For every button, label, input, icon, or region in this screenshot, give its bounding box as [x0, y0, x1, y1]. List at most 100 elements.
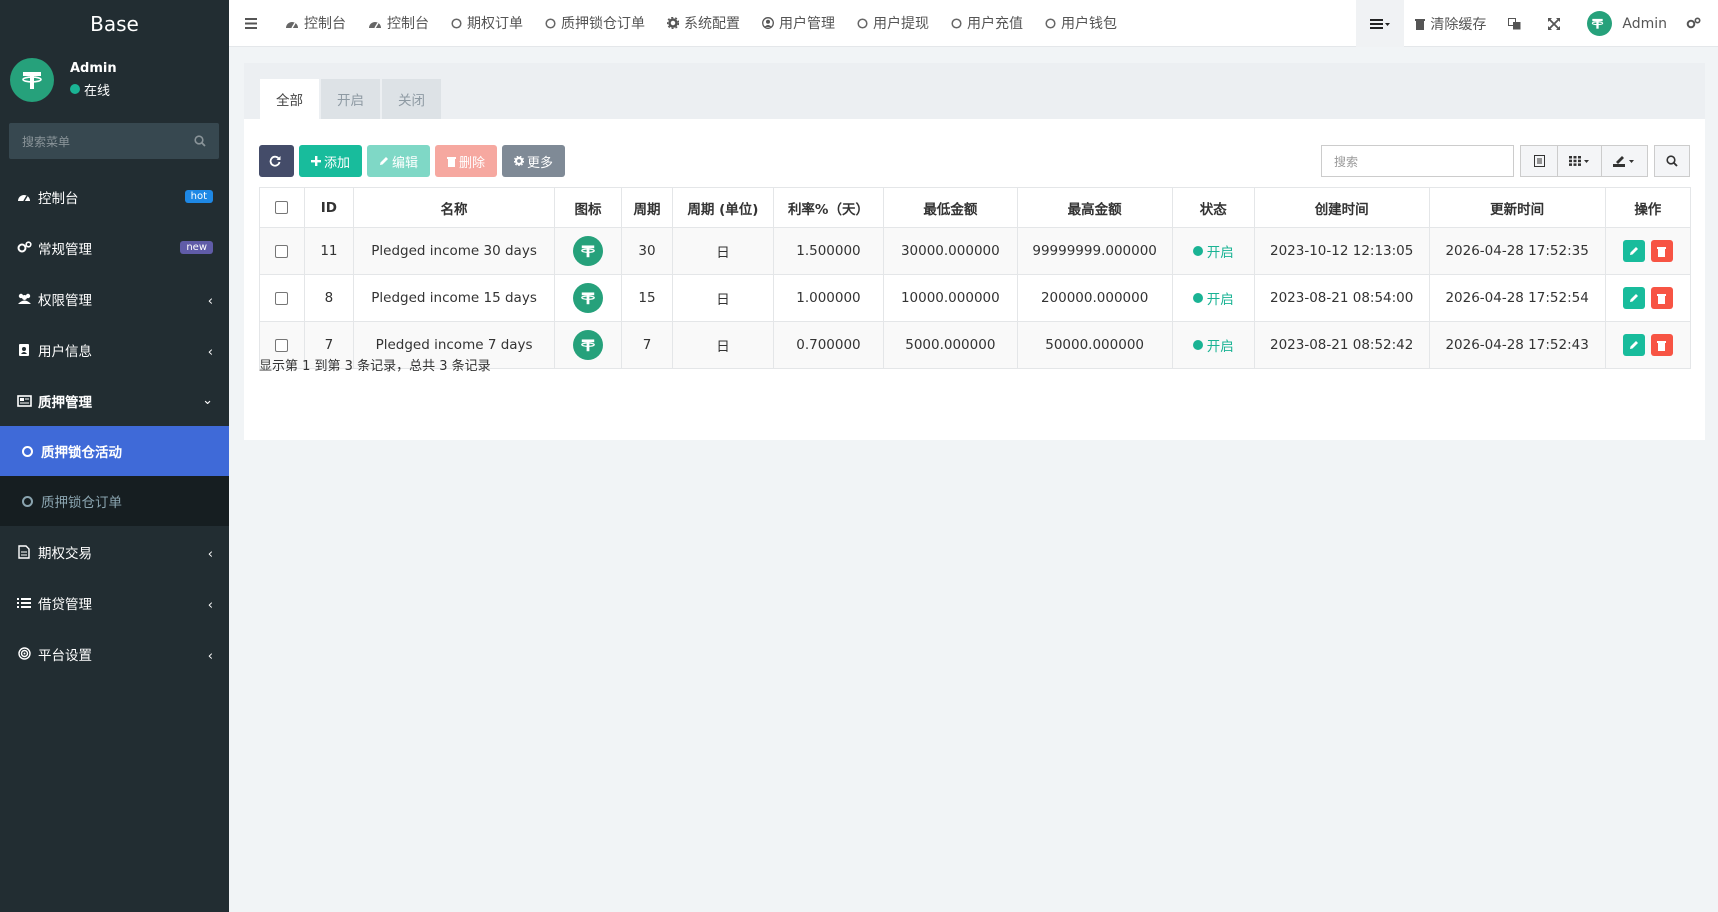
add-button[interactable]: 添加 — [299, 145, 363, 177]
clear-cache-label: 清除缓存 — [1430, 16, 1487, 33]
select-all-checkbox[interactable] — [275, 201, 289, 214]
row-delete-button[interactable] — [1650, 334, 1673, 356]
table-row[interactable]: 11 Pledged income 30 days 30 日 1.500000 … — [259, 227, 1692, 275]
table-tools: 搜索 — [1321, 145, 1690, 177]
status-badge[interactable]: 开启 — [1192, 288, 1234, 308]
topnav-tab-deposits[interactable]: 用户充值 — [940, 0, 1034, 47]
sidebar-item-permissions[interactable]: 权限管理 ‹ — [0, 273, 229, 324]
table-row[interactable]: 8 Pledged income 15 days 15 日 1.000000 1… — [259, 274, 1692, 322]
settings-button[interactable] — [1678, 0, 1718, 47]
sidebar-item-options[interactable]: 期权交易 ‹ — [0, 526, 229, 577]
status-badge[interactable]: 开启 — [1192, 241, 1234, 261]
edit-button[interactable]: 编辑 — [367, 145, 431, 177]
table-toolbar: 添加 编辑 删除 更多 搜索 — [259, 145, 1690, 177]
clear-cache-button[interactable]: 清除缓存 — [1404, 0, 1497, 47]
menu-lines-icon — [1370, 18, 1391, 29]
sidebar-item-loans[interactable]: 借贷管理 ‹ — [0, 577, 229, 628]
row-select-cell[interactable] — [259, 274, 305, 322]
cell-status[interactable]: 开启 — [1171, 321, 1255, 369]
row-checkbox[interactable] — [275, 291, 289, 305]
admin-user-menu[interactable]: Admin — [1576, 0, 1678, 47]
advanced-search-button[interactable] — [1654, 145, 1690, 177]
pledge-submenu: 质押锁仓活动 质押锁仓订单 — [0, 426, 229, 526]
topnav-tab-dashboard-2[interactable]: 控制台 — [357, 0, 440, 47]
sidebar-item-dashboard[interactable]: 控制台 hot — [0, 171, 229, 222]
pagination-info: 显示第 1 到第 3 条记录，总共 3 条记录 — [259, 359, 491, 374]
main-panel: 全部 开启 关闭 添加 编辑 删除 更多 搜索 ID 名称 图标 周期 周期 (… — [244, 63, 1705, 440]
row-select-cell[interactable] — [259, 227, 305, 275]
select-all-cell[interactable] — [259, 187, 305, 228]
topnav-tab-wallets[interactable]: 用户钱包 — [1034, 0, 1128, 47]
delete-button[interactable]: 删除 — [435, 145, 498, 177]
column-header-icon[interactable]: 图标 — [554, 187, 622, 228]
translate-button[interactable] — [1497, 0, 1537, 47]
translate-icon — [1508, 17, 1521, 29]
column-header-updated[interactable]: 更新时间 — [1428, 187, 1606, 228]
more-button[interactable]: 更多 — [502, 145, 566, 177]
newspaper-icon — [16, 393, 32, 409]
cell-max-amount: 50000.000000 — [1016, 321, 1173, 369]
row-checkbox[interactable] — [275, 244, 289, 258]
status-badge[interactable]: 开启 — [1192, 335, 1234, 355]
cell-icon — [554, 321, 622, 369]
fullscreen-button[interactable] — [1537, 0, 1576, 47]
row-delete-button[interactable] — [1650, 240, 1673, 262]
top-navbar: 控制台 控制台 期权订单 质押锁仓订单 系统配置 用户管理 用户提现 用户充值 … — [229, 0, 1718, 47]
dashboard-icon — [286, 21, 298, 28]
chevron-left-icon: ‹ — [207, 649, 213, 664]
list-icon — [16, 595, 32, 611]
topnav-tab-user-management[interactable]: 用户管理 — [751, 0, 846, 47]
column-header-period-unit[interactable]: 周期 (单位) — [672, 187, 774, 228]
sidebar-item-general[interactable]: 常规管理 new — [0, 222, 229, 273]
column-header-status[interactable]: 状态 — [1171, 187, 1255, 228]
column-header-period[interactable]: 周期 — [620, 187, 674, 228]
user-status-label: 在线 — [84, 83, 111, 99]
topnav-tab-dashboard-1[interactable]: 控制台 — [274, 0, 357, 47]
nav-menu-dropdown[interactable] — [1356, 0, 1405, 47]
tab-all[interactable]: 全部 — [260, 79, 319, 119]
export-dropdown[interactable] — [1602, 145, 1648, 177]
row-edit-button[interactable] — [1622, 334, 1645, 356]
topnav-tab-pledge-orders[interactable]: 质押锁仓订单 — [534, 0, 656, 47]
row-edit-button[interactable] — [1622, 240, 1645, 262]
column-header-name[interactable]: 名称 — [352, 187, 556, 228]
sidebar-subitem-pledge-orders[interactable]: 质押锁仓订单 — [0, 476, 229, 526]
cell-period-unit: 日 — [672, 274, 774, 322]
sidebar-item-platform-settings[interactable]: 平台设置 ‹ — [0, 628, 229, 679]
sidebar-subitem-pledge-activity[interactable]: 质押锁仓活动 — [0, 426, 229, 476]
refresh-button[interactable] — [259, 145, 294, 177]
file-text-icon — [16, 544, 32, 560]
row-delete-button[interactable] — [1650, 287, 1673, 309]
sidebar-subitem-label: 质押锁仓订单 — [41, 495, 122, 511]
cell-status[interactable]: 开启 — [1171, 274, 1255, 322]
sidebar-toggle-button[interactable] — [229, 0, 274, 47]
topnav-tab-withdrawals[interactable]: 用户提现 — [846, 0, 940, 47]
chevron-down-icon: ⌄ — [202, 393, 213, 408]
sidebar-item-pledge[interactable]: 质押管理 ⌄ — [0, 375, 229, 426]
row-edit-button[interactable] — [1622, 287, 1645, 309]
tab-disabled[interactable]: 关闭 — [382, 79, 441, 119]
row-checkbox[interactable] — [275, 338, 289, 352]
column-header-rate[interactable]: 利率%（天） — [772, 187, 885, 228]
online-dot-icon — [70, 84, 80, 94]
edit-button-label: 编辑 — [392, 155, 419, 171]
topnav-tab-label: 质押锁仓订单 — [561, 16, 645, 32]
circle-icon — [22, 495, 33, 507]
cell-status[interactable]: 开启 — [1171, 227, 1255, 275]
cell-min-amount: 10000.000000 — [883, 274, 1018, 322]
topnav-tab-option-orders[interactable]: 期权订单 — [440, 0, 534, 47]
toggle-view-button[interactable] — [1520, 145, 1558, 177]
column-header-created[interactable]: 创建时间 — [1253, 187, 1430, 228]
sidebar: Base Admin 在线 搜索菜单 控制台 hot 常规管理 new 权限管理… — [0, 0, 229, 912]
topnav-tab-system-config[interactable]: 系统配置 — [656, 0, 751, 47]
column-header-min-amount[interactable]: 最低金额 — [883, 187, 1018, 228]
menu-search-input[interactable]: 搜索菜单 — [9, 123, 219, 159]
sidebar-item-label: 常规管理 — [38, 241, 92, 258]
column-header-max-amount[interactable]: 最高金额 — [1016, 187, 1173, 228]
column-header-id[interactable]: ID — [303, 187, 355, 228]
tab-enabled[interactable]: 开启 — [321, 79, 380, 119]
app-logo[interactable]: Base — [0, 0, 229, 47]
sidebar-item-user-info[interactable]: 用户信息 ‹ — [0, 324, 229, 375]
table-search-input[interactable]: 搜索 — [1321, 145, 1514, 177]
columns-dropdown[interactable] — [1558, 145, 1602, 177]
